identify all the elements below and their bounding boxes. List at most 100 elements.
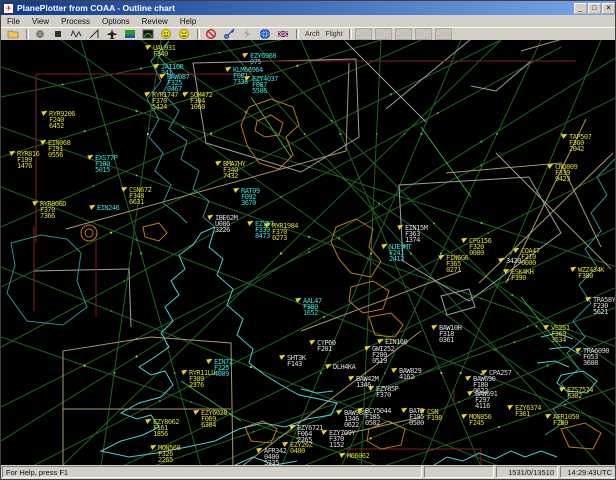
minimize-button[interactable]: _ [574, 3, 587, 14]
radar-icon[interactable] [140, 28, 156, 40]
aircraft-label-line: 1476 [17, 163, 39, 169]
aircraft-label[interactable]: EZY26Z0400 [290, 442, 312, 454]
aircraft-label[interactable]: EIN72F2254009 [214, 359, 233, 377]
aircraft-label[interactable]: TRA58YF2305621 [593, 297, 615, 315]
aircraft-label-line: 6384 [201, 422, 227, 428]
lightning-icon[interactable] [239, 28, 255, 40]
aircraft-label[interactable]: BAW10HF3180361 [439, 325, 461, 343]
menu-bar: File View Process Options Review Help [1, 15, 616, 27]
menu-file[interactable]: File [1, 17, 26, 26]
signal-icon[interactable] [68, 28, 84, 40]
aircraft-label[interactable]: CYP60F201 [317, 340, 336, 352]
title-bar[interactable]: ✈ PlanePlotter from COAA - Outline chart… [1, 1, 616, 15]
aircraft-label[interactable]: EZY4037F0875506 [252, 76, 278, 94]
close-button[interactable]: ✕ [602, 3, 615, 14]
aircraft-label[interactable]: SOM472F3041060 [190, 92, 212, 110]
face-yellow2-icon[interactable] [176, 28, 192, 40]
aircraft-label[interactable]: FIN6G6F3650271 [446, 255, 468, 273]
aircraft-label[interactable]: EXS77PF1005015 [95, 155, 117, 173]
face-yellow-icon[interactable] [158, 28, 174, 40]
chart-area[interactable]: UAL931F340JAI10R341BAW087F3250467RYR1747… [1, 40, 616, 467]
aircraft-label-line: 1152 [329, 442, 355, 448]
aircraft-label[interactable]: SHT3KF143 [287, 355, 306, 367]
toolbar-separator [26, 29, 29, 39]
aircraft-label[interactable]: BMA7HYF3407432 [223, 161, 245, 179]
aircraft-label[interactable]: RYR1984F3700273 [272, 223, 298, 241]
aircraft-label[interactable]: RYR9206F2406452 [49, 111, 75, 129]
flag-x-icon[interactable] [275, 28, 291, 40]
aircraft-label[interactable]: ESK4KHF390 [511, 269, 533, 281]
aircraft-label[interactable]: GWI252F2000519 [372, 346, 394, 364]
chart-icon[interactable] [122, 28, 138, 40]
aircraft-label[interactable]: AAL47F3801652 [303, 298, 322, 316]
aircraft-label[interactable]: CSNF198 [427, 409, 442, 421]
aircraft-label[interactable]: RAT09F0923670 [241, 188, 260, 206]
arcft-button[interactable]: Arcft [302, 29, 322, 40]
aircraft-label-line: 7432 [223, 173, 245, 179]
aircraft-label[interactable]: RYR11LUF3092376 [189, 370, 215, 388]
aircraft-label-line: 3420 [506, 258, 521, 264]
aircraft-label[interactable]: M66062 [347, 453, 369, 459]
maximize-button[interactable]: □ [588, 3, 601, 14]
aircraft-label[interactable]: DLH4KA [333, 364, 355, 370]
aircraft-label-line: 4009 [214, 371, 233, 377]
aircraft-label[interactable]: UAL931F340 [153, 45, 175, 57]
aircraft-label[interactable]: EZY6028F0696384 [201, 410, 227, 428]
prohibit-icon[interactable] [203, 28, 219, 40]
aircraft-label[interactable]: WZZ434KF380 [578, 267, 604, 279]
aircraft-label[interactable]: EIN068F1910556 [48, 140, 70, 158]
menu-view[interactable]: View [26, 17, 55, 26]
menu-process[interactable]: Process [55, 17, 96, 26]
aircraft-label-line: 0000 [521, 260, 540, 266]
aircraft-label[interactable]: AFR34204005235 [264, 448, 286, 466]
key-icon[interactable] [221, 28, 237, 40]
aircraft-label[interactable]: BAW691F2974116 [475, 391, 497, 409]
aircraft-label[interactable]: EZY8062F1611856 [153, 419, 179, 437]
aircraft-label-line: 5424 [152, 104, 178, 110]
aircraft-label[interactable]: VS251F3693534 [551, 325, 570, 343]
aircraft-label-line: 1856 [153, 431, 179, 437]
globe-icon[interactable] [257, 28, 273, 40]
aircraft-label-line: 5621 [593, 309, 615, 315]
aircraft-label[interactable]: TRA6090F0533608 [583, 348, 609, 366]
flight-button[interactable]: Flight [322, 29, 345, 40]
aircraft-label[interactable]: MON856F245 [469, 414, 491, 426]
aircraft-label[interactable]: BAW98713460622 [344, 410, 366, 428]
menu-help[interactable]: Help [174, 17, 202, 26]
antenna-icon[interactable] [86, 28, 102, 40]
aircraft-label[interactable]: EZY85PF370 [376, 386, 398, 398]
stop-icon[interactable] [50, 28, 66, 40]
status-bar: For Help, press F1 1531/0/13510 14:29:43… [1, 465, 616, 479]
aircraft-label[interactable]: BAW8294162 [399, 368, 421, 380]
menu-review[interactable]: Review [136, 17, 174, 26]
aircraft-label[interactable]: RYR1747F3705424 [152, 92, 178, 110]
aircraft-label[interactable]: COA47F2100000 [521, 248, 540, 266]
aircraft-label[interactable]: EZS7574F302 [567, 387, 593, 399]
open-folder-icon[interactable] [5, 28, 21, 40]
aircraft-label[interactable]: EIN15MF3631374 [405, 225, 427, 243]
aircraft-label-line: DLH4KA [333, 364, 355, 370]
aircraft-label-line: 6452 [49, 123, 75, 129]
aircraft-label[interactable]: 3420 [506, 258, 521, 264]
aircraft-label[interactable]: CFG156F3200000 [469, 238, 491, 256]
aircraft-label[interactable]: NJE9MTF2412412 [389, 244, 411, 262]
aircraft-label[interactable]: CSN672F3486631 [129, 187, 151, 205]
aircraft-label[interactable]: MON568F3262265 [158, 445, 180, 463]
aircraft-label[interactable]: EIN246 [97, 205, 119, 211]
aircraft-label[interactable]: EZY6968975 [250, 53, 276, 65]
aircraft-label[interactable]: TAP507F3602042 [569, 134, 591, 152]
aircraft-label[interactable]: BCY5044F1050502 [365, 408, 391, 426]
menu-options[interactable]: Options [96, 17, 136, 26]
status-clock: 14:29:43UTC [560, 466, 616, 478]
aircraft-label[interactable]: BAW087F3250467 [167, 74, 189, 92]
record-icon[interactable] [32, 28, 48, 40]
aircraft-label[interactable]: EZY6374F361 [515, 405, 541, 417]
aircraft-label[interactable]: BAW42M1346 [356, 376, 378, 388]
aircraft-icon[interactable] [104, 28, 120, 40]
aircraft-label[interactable]: RYR816F1991476 [17, 151, 39, 169]
aircraft-label[interactable]: CNQ809F3399423 [555, 164, 577, 182]
aircraft-label[interactable]: EZY709YF3701152 [329, 430, 355, 448]
aircraft-label[interactable]: IBE62MU0063226 [215, 215, 237, 233]
aircraft-label[interactable]: RYR806DF3707366 [40, 201, 66, 219]
aircraft-label[interactable]: AFR1050F280 [553, 414, 579, 426]
